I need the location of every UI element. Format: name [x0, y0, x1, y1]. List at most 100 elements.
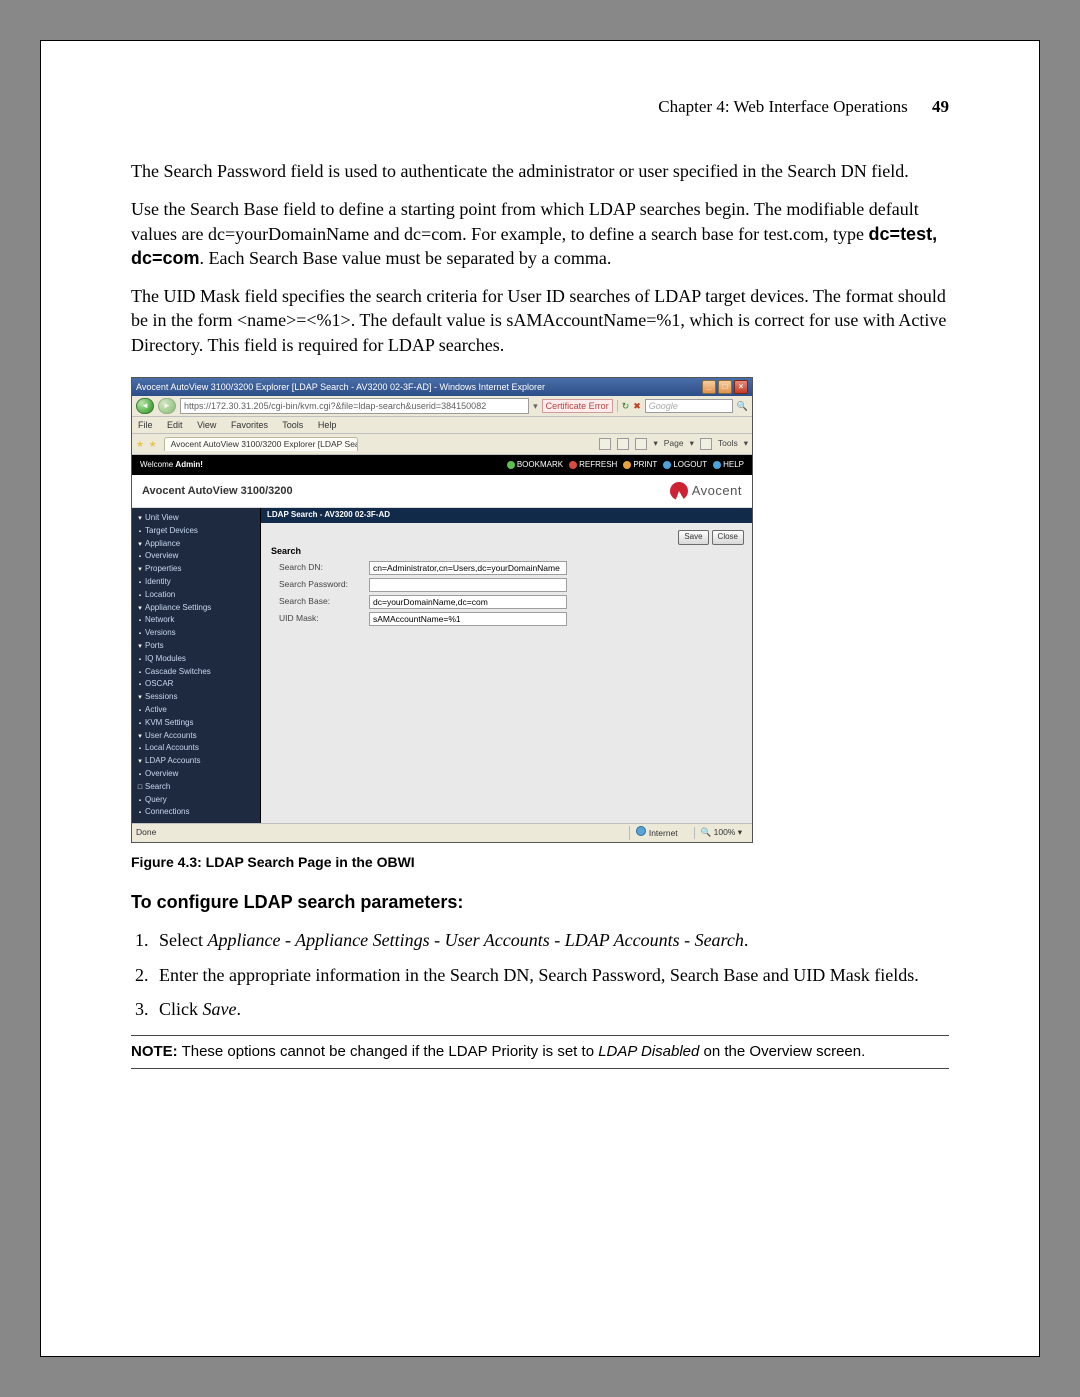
product-name: Avocent AutoView 3100/3200 — [142, 484, 293, 499]
sidebar-item[interactable]: Search — [132, 781, 260, 794]
sidebar-item[interactable]: Cascade Switches — [132, 666, 260, 679]
sidebar-item-label: Appliance — [145, 539, 180, 550]
sidebar-item[interactable]: KVM Settings — [132, 717, 260, 730]
window-title: Avocent AutoView 3100/3200 Explorer [LDA… — [136, 381, 700, 393]
sidebar-item[interactable]: Overview — [132, 768, 260, 781]
sidebar-item[interactable]: IQ Modules — [132, 653, 260, 666]
print-icon — [623, 461, 631, 469]
bullet-icon — [136, 769, 144, 780]
row-search-dn: Search DN: — [279, 561, 746, 575]
address-bar[interactable]: https://172.30.31.205/cgi-bin/kvm.cgi?&f… — [180, 398, 529, 414]
tools-icon[interactable] — [700, 438, 712, 450]
bookmark-link[interactable]: BOOKMARK — [507, 460, 563, 471]
input-search-dn[interactable] — [369, 561, 567, 575]
search-box[interactable]: Google — [645, 399, 733, 413]
close-button[interactable]: × — [734, 380, 748, 394]
ie-titlebar: Avocent AutoView 3100/3200 Explorer [LDA… — [132, 378, 752, 396]
input-uid-mask[interactable] — [369, 612, 567, 626]
help-link[interactable]: HELP — [713, 460, 744, 471]
logout-icon — [663, 461, 671, 469]
sidebar-item-label: Network — [145, 615, 174, 626]
sidebar-item[interactable]: Identity — [132, 576, 260, 589]
sidebar-item[interactable]: Query — [132, 794, 260, 807]
sidebar-item[interactable]: Connections — [132, 806, 260, 819]
italic-text: Save — [203, 999, 237, 1019]
tools-menu[interactable]: Tools — [718, 438, 738, 449]
sidebar-item[interactable]: Sessions — [132, 691, 260, 704]
sidebar-item[interactable]: Ports — [132, 640, 260, 653]
status-right: Internet 🔍 100% ▾ — [629, 826, 748, 839]
sidebar-item-label: Location — [145, 590, 175, 601]
sidebar-item[interactable]: Network — [132, 614, 260, 627]
sidebar-item-label: Ports — [145, 641, 164, 652]
minimize-button[interactable]: _ — [702, 380, 716, 394]
stop-icon[interactable]: ✖ — [633, 400, 641, 412]
menu-favorites[interactable]: Favorites — [231, 420, 268, 430]
favorites-icon[interactable]: ★ ★ — [136, 438, 158, 450]
text: Use the Search Base field to define a st… — [131, 199, 919, 243]
sidebar-item-label: KVM Settings — [145, 718, 193, 729]
chapter-title: Chapter 4: Web Interface Operations — [658, 97, 907, 116]
chevron-down-icon — [136, 539, 144, 550]
input-search-base[interactable] — [369, 595, 567, 609]
certificate-error[interactable]: Certificate Error — [542, 399, 613, 413]
maximize-button[interactable]: □ — [718, 380, 732, 394]
save-button[interactable]: Save — [678, 530, 708, 545]
close-panel-button[interactable]: Close — [712, 530, 744, 545]
print-link[interactable]: PRINT — [623, 460, 657, 471]
sidebar-item[interactable]: Unit View — [132, 512, 260, 525]
bullet-icon — [136, 667, 144, 678]
logout-link[interactable]: LOGOUT — [663, 460, 707, 471]
paragraph-uid-mask: The UID Mask field specifies the search … — [131, 284, 949, 357]
status-zoom[interactable]: 🔍 100% ▾ — [694, 827, 748, 838]
menu-file[interactable]: File — [138, 420, 153, 430]
text: Select — [159, 930, 207, 950]
sidebar-item[interactable]: OSCAR — [132, 678, 260, 691]
sidebar-item[interactable]: User Accounts — [132, 730, 260, 743]
sidebar-item[interactable]: Versions — [132, 627, 260, 640]
refresh-link[interactable]: REFRESH — [569, 460, 617, 471]
print-icon[interactable] — [635, 438, 647, 450]
section-label: Search — [271, 545, 746, 557]
sidebar-item-label: Overview — [145, 769, 178, 780]
sidebar-item-label: Search — [145, 782, 170, 793]
sidebar: Unit ViewTarget DevicesApplianceOverview… — [132, 508, 261, 823]
sidebar-item[interactable]: Target Devices — [132, 525, 260, 538]
bullet-icon — [136, 795, 144, 806]
home-icon[interactable] — [599, 438, 611, 450]
sidebar-item[interactable]: Appliance Settings — [132, 602, 260, 615]
sidebar-item-label: Local Accounts — [145, 743, 199, 754]
forward-button[interactable]: ► — [158, 398, 176, 414]
refresh-icon[interactable]: ↻ — [622, 400, 630, 412]
sidebar-item[interactable]: Overview — [132, 550, 260, 563]
sidebar-item[interactable]: Location — [132, 589, 260, 602]
sidebar-item[interactable]: Properties — [132, 563, 260, 576]
box-icon — [136, 782, 144, 793]
menu-tools[interactable]: Tools — [282, 420, 303, 430]
app-body: Unit ViewTarget DevicesApplianceOverview… — [132, 508, 752, 823]
chevron-down-icon — [136, 731, 144, 742]
browser-tab[interactable]: Avocent AutoView 3100/3200 Explorer [LDA… — [164, 437, 358, 451]
feeds-icon[interactable] — [617, 438, 629, 450]
sidebar-item[interactable]: Local Accounts — [132, 742, 260, 755]
ie-navbar: ◄ ► https://172.30.31.205/cgi-bin/kvm.cg… — [132, 396, 752, 417]
help-icon — [713, 461, 721, 469]
page-header: Chapter 4: Web Interface Operations 49 — [131, 96, 949, 119]
sidebar-item[interactable]: LDAP Accounts — [132, 755, 260, 768]
menu-view[interactable]: View — [197, 420, 216, 430]
sidebar-item[interactable]: Appliance — [132, 538, 260, 551]
bullet-icon — [136, 577, 144, 588]
input-search-password[interactable] — [369, 578, 567, 592]
back-button[interactable]: ◄ — [136, 398, 154, 414]
page-menu[interactable]: Page — [664, 438, 684, 449]
search-icon[interactable]: 🔍 — [737, 400, 748, 412]
sidebar-item[interactable]: Active — [132, 704, 260, 717]
avocent-logo-icon — [670, 482, 688, 500]
note-italic: LDAP Disabled — [598, 1043, 699, 1060]
app-top-bar: Welcome Admin! BOOKMARK REFRESH PRINT LO… — [132, 455, 752, 475]
sidebar-item-label: Active — [145, 705, 167, 716]
menu-help[interactable]: Help — [318, 420, 337, 430]
menu-edit[interactable]: Edit — [167, 420, 183, 430]
status-left: Done — [136, 827, 156, 838]
brand-text: Avocent — [692, 482, 742, 500]
